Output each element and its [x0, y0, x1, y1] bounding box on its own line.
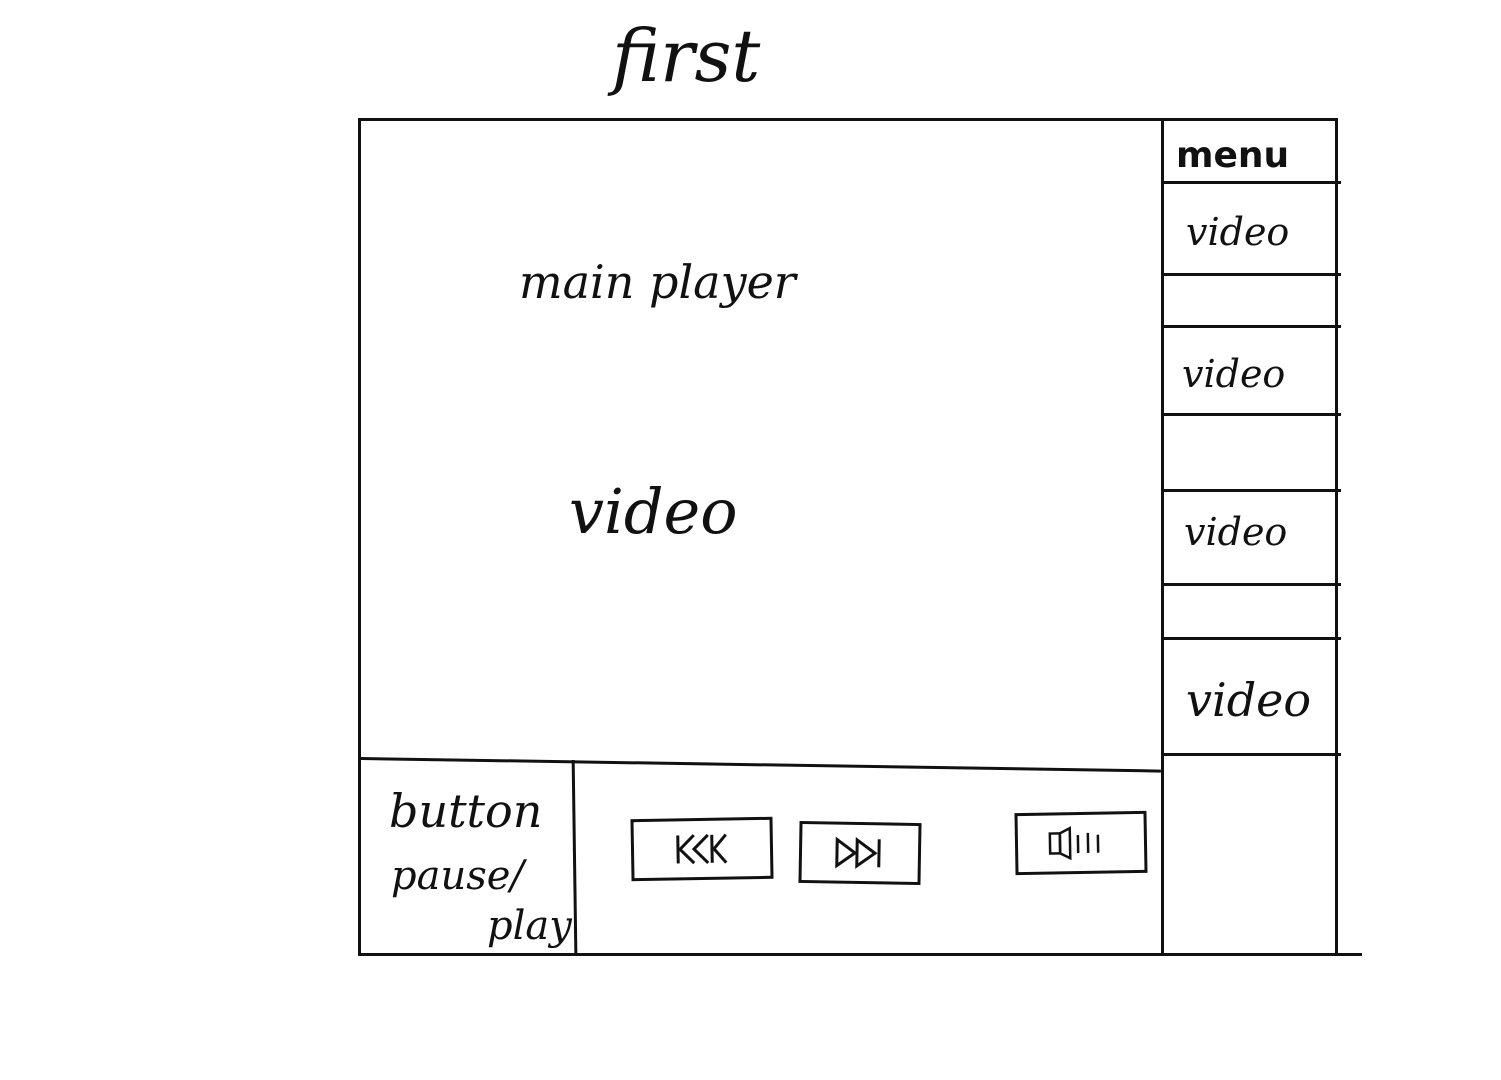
sidebar-divider: [1164, 273, 1341, 276]
player-video-label: video: [569, 475, 738, 548]
sidebar-divider: [1164, 325, 1341, 328]
sidebar: menu video video video video: [1161, 121, 1341, 953]
next-icon: [833, 835, 888, 872]
frame-tail-line: [1336, 953, 1362, 956]
button-label: button: [389, 784, 543, 838]
control-bar: button pause/ play: [361, 759, 1161, 954]
sidebar-divider: [1164, 489, 1341, 492]
sidebar-divider: [1164, 583, 1341, 586]
sidebar-item-video-3[interactable]: video: [1184, 513, 1287, 551]
previous-button[interactable]: [630, 816, 774, 882]
sidebar-divider: [1164, 753, 1341, 756]
sidebar-divider: [1164, 637, 1341, 640]
sidebar-divider: [1164, 181, 1341, 184]
sidebar-item-video-1[interactable]: video: [1186, 213, 1289, 251]
sidebar-divider: [1164, 413, 1341, 416]
pause-play-button[interactable]: pause/: [391, 856, 524, 896]
volume-icon: [1046, 824, 1117, 861]
menu-label: menu: [1176, 135, 1290, 176]
volume-button[interactable]: [1014, 810, 1148, 876]
sidebar-item-video-2[interactable]: video: [1182, 355, 1285, 393]
previous-icon: [672, 830, 733, 867]
main-player[interactable]: main player video: [361, 121, 1161, 757]
page-title: first: [612, 14, 761, 98]
sidebar-item-video-4[interactable]: video: [1186, 677, 1311, 723]
app-frame: main player video button pause/ play men…: [358, 118, 1341, 956]
control-divider: [571, 759, 578, 954]
play-label[interactable]: play: [487, 906, 572, 946]
next-button[interactable]: [798, 820, 922, 886]
player-label: main player: [519, 255, 796, 309]
